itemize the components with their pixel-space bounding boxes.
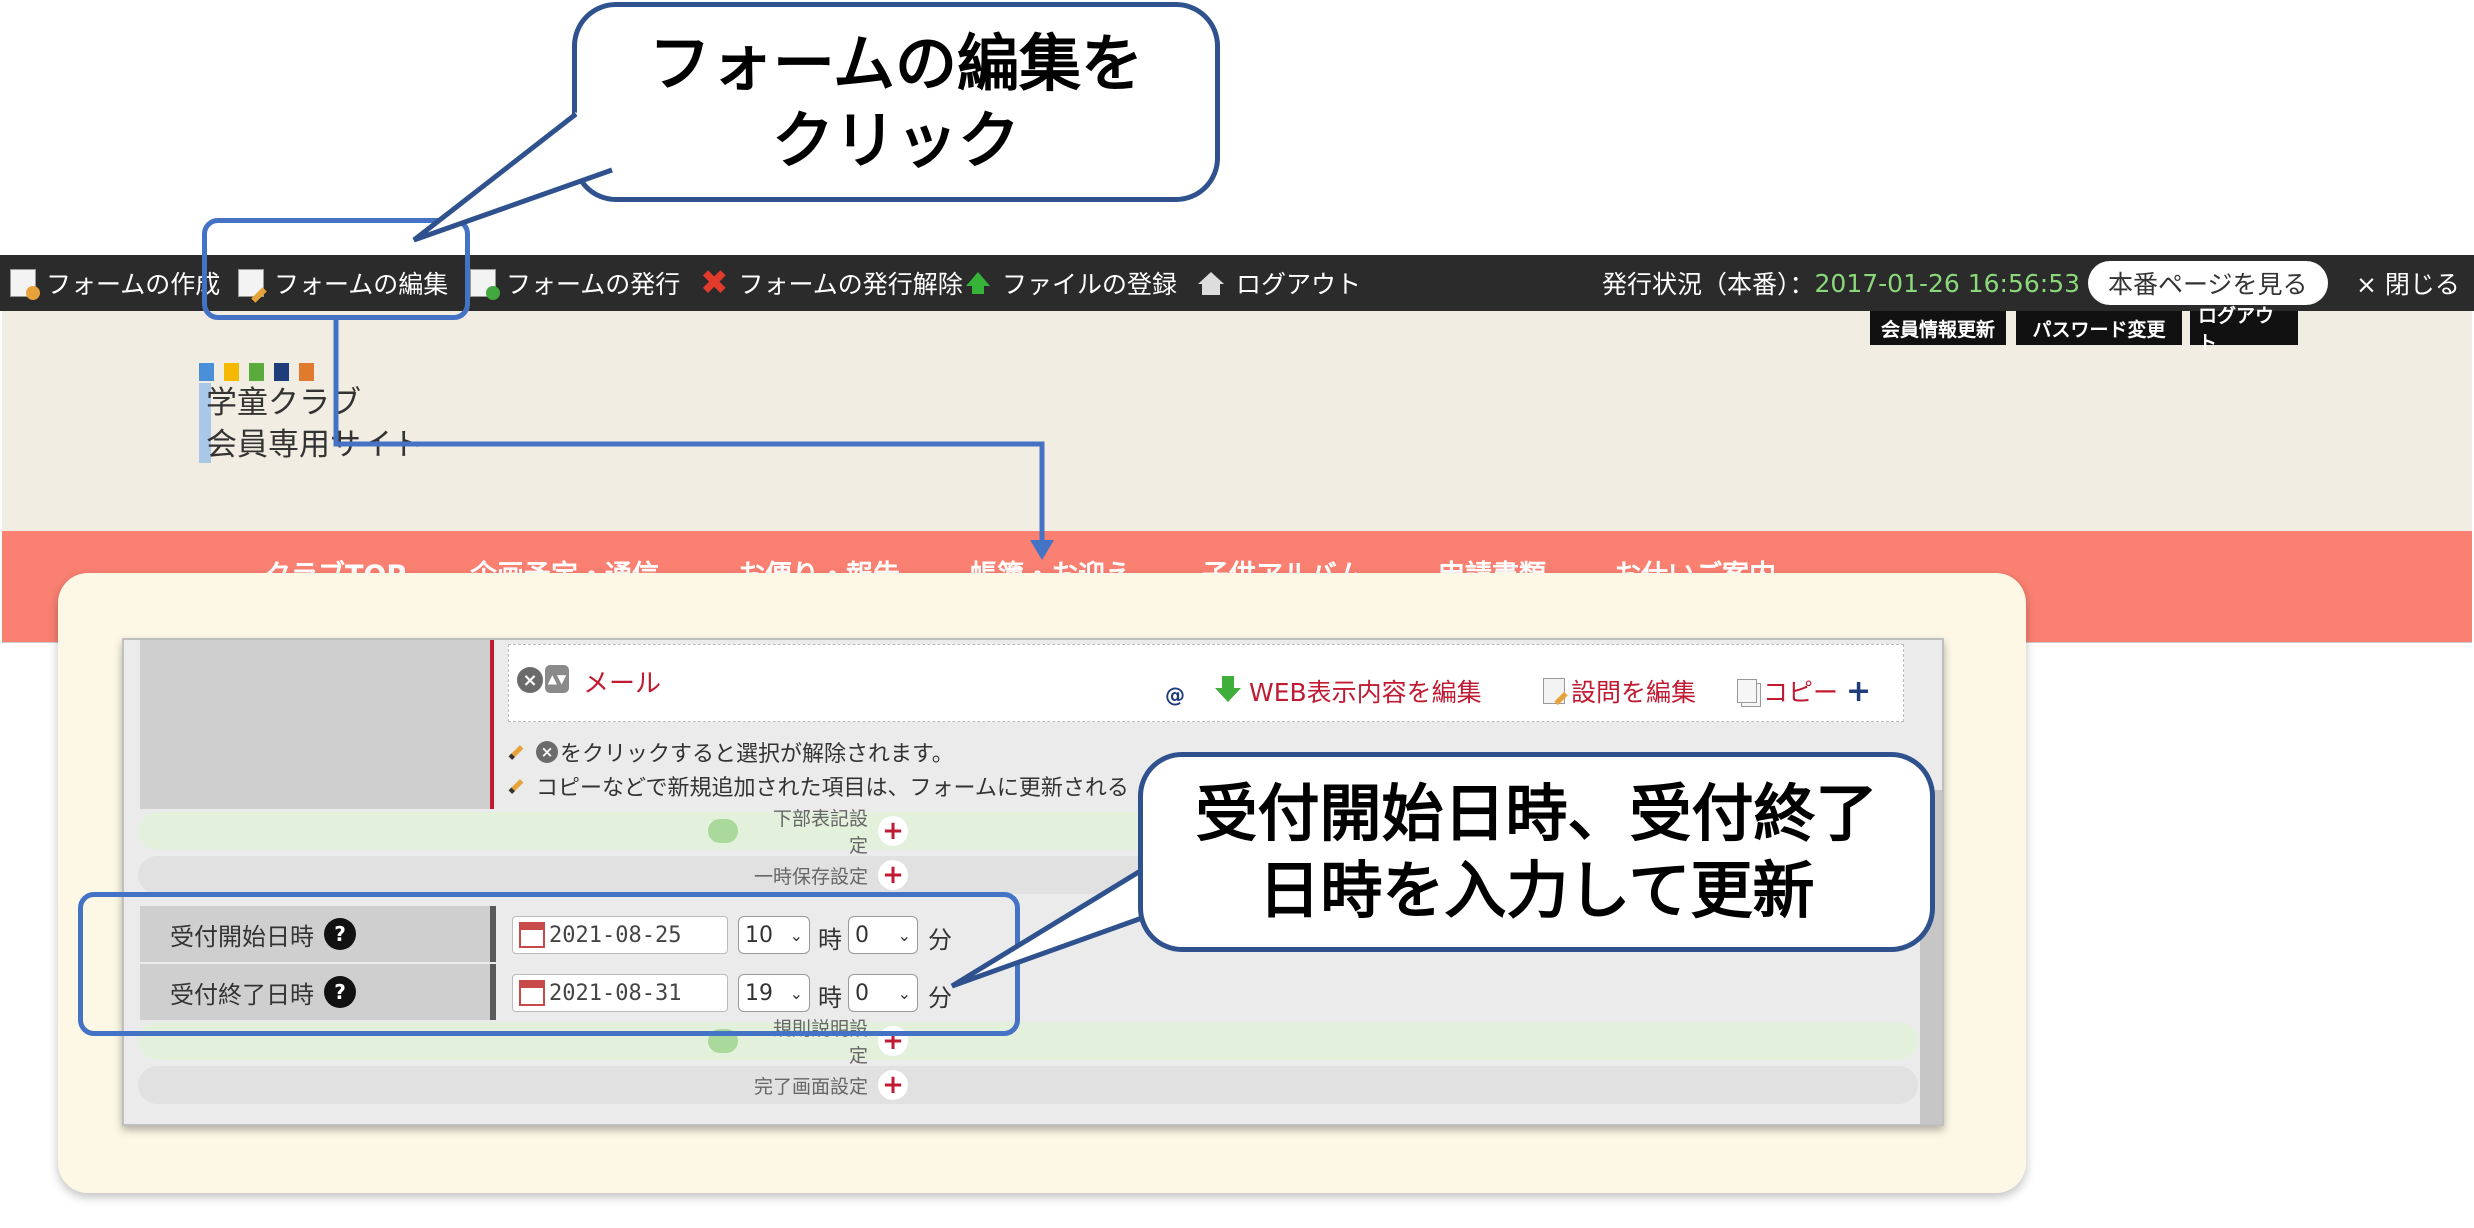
arrow-head-icon (1030, 540, 1054, 560)
callout-enter-dates: 受付開始日時、受付終了 日時を入力して更新 (1138, 752, 1935, 952)
connector-lines (333, 112, 1144, 989)
callout-right-tail-edge (950, 867, 1144, 989)
callout-top-tail (414, 112, 610, 240)
callout-right-line1: 受付開始日時、受付終了 (1195, 776, 1878, 850)
callout-right-line2: 日時を入力して更新 (1258, 854, 1815, 927)
connector-arrow-line (333, 320, 1045, 548)
